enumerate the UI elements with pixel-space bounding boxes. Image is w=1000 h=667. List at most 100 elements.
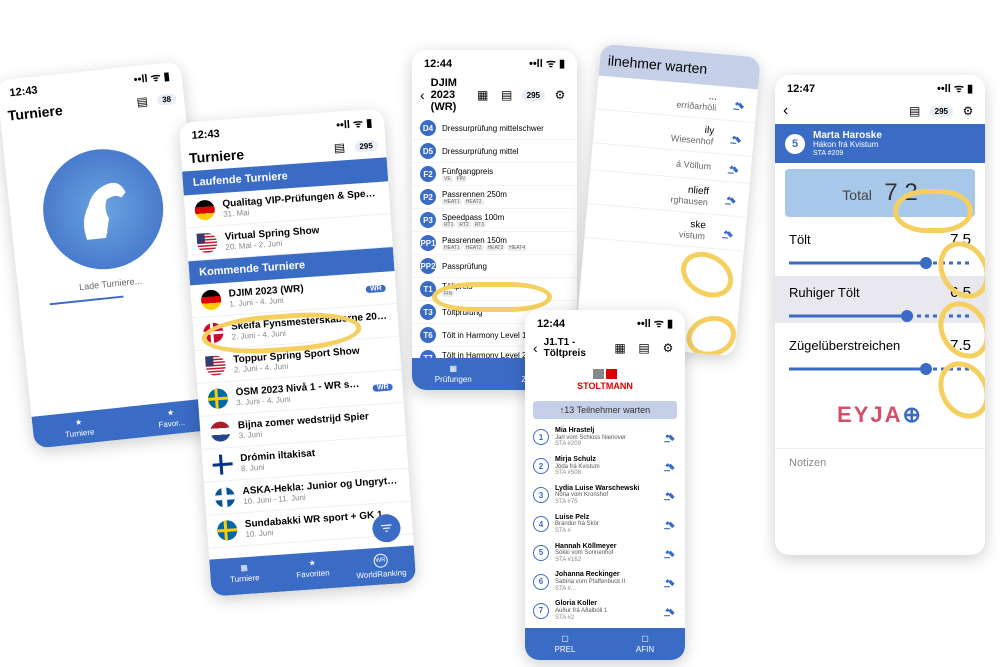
score-value: 6.5 [950, 284, 971, 301]
participant-row[interactable]: 2Mirja SchulzJóda frá KvistumSTA #508 [525, 452, 685, 481]
tab-worldranking[interactable]: WRWorldRanking [346, 551, 416, 581]
qr-icon[interactable]: ▦ [611, 339, 629, 357]
start-number: 1 [533, 429, 549, 445]
gavel-icon[interactable] [663, 459, 677, 473]
test-row[interactable]: F2FünfgangpreisVEFIN [412, 163, 577, 186]
participant-row[interactable]: 3Lydia Luise WarschewskiNóna vom Kronsho… [525, 481, 685, 510]
gear-icon[interactable]: ⚙ [959, 102, 977, 120]
gavel-icon[interactable] [663, 546, 677, 560]
notes-field[interactable]: Notizen [775, 448, 985, 477]
signal: ••ll ᯤ ▮ [637, 316, 673, 331]
start-number: 3 [533, 487, 549, 503]
test-row[interactable]: D5Dressurprüfung mittel [412, 140, 577, 163]
count-badge[interactable]: 295 [354, 139, 378, 152]
gavel-icon[interactable] [663, 488, 677, 502]
app-logo [37, 143, 169, 275]
gavel-icon[interactable] [663, 604, 677, 618]
flag-icon [194, 199, 215, 220]
page-title: DJIM 2023 (WR) [431, 77, 468, 113]
test-row[interactable]: PP2Passprüfung [412, 255, 577, 278]
gavel-icon[interactable] [729, 131, 744, 146]
start-number: 5 [785, 134, 805, 154]
score-value: 7.5 [950, 337, 971, 354]
flag-icon [212, 454, 233, 475]
gavel-icon[interactable] [732, 97, 747, 112]
score-slider[interactable] [789, 309, 971, 323]
gavel-icon[interactable] [726, 161, 741, 176]
tab-turniere[interactable]: ▦Turniere [210, 561, 280, 591]
total-score-box: Total 7.2 [785, 169, 975, 217]
gavel-icon[interactable] [663, 575, 677, 589]
gavel-icon[interactable] [721, 225, 736, 240]
test-row[interactable]: T1TöltpreisFIN [412, 278, 577, 301]
gavel-icon[interactable] [663, 430, 677, 444]
loading-text: Lade Turniere... [18, 269, 203, 298]
back-icon[interactable]: ‹ [420, 87, 425, 103]
test-code-badge: T1 [420, 281, 436, 297]
start-number: 5 [533, 545, 549, 561]
waiting-bar[interactable]: ↑13 Teilnehmer warten [533, 401, 677, 419]
participant-row[interactable]: 1Mia HrasteljJarl vom Schloss NienoverST… [525, 423, 685, 452]
participant-row[interactable]: 6Johanna ReckingerSabína vom Pfaffenbuck… [525, 567, 685, 596]
test-code-badge: P3 [420, 212, 436, 228]
time: 12:44 [537, 318, 565, 330]
chat-icon[interactable]: ▤ [330, 138, 349, 157]
gear-icon[interactable]: ⚙ [551, 86, 569, 104]
test-row[interactable]: P3Speedpass 100mRT1RT2RT3 [412, 209, 577, 232]
flag-icon [217, 520, 238, 541]
back-icon[interactable]: ‹ [533, 340, 538, 356]
tab-turniere[interactable]: ★Turniere [32, 413, 126, 443]
test-row[interactable]: PP1Passrennen 150mHEAT1HEAT2HEAT3HEAT4 [412, 232, 577, 255]
signal: ••ll ᯤ ▮ [529, 56, 565, 71]
start-number: 7 [533, 603, 549, 619]
test-code-badge: D5 [420, 143, 436, 159]
back-icon[interactable]: ‹ [783, 102, 788, 120]
gavel-icon[interactable] [663, 517, 677, 531]
signal: ••ll ᯤ ▮ [336, 115, 373, 132]
flag-icon [214, 487, 235, 508]
chat-icon[interactable]: ▤ [498, 86, 516, 104]
participant-row[interactable]: 5Hannah KöllmeyerSókki vom SonnenhofSTA … [525, 539, 685, 568]
header-badge[interactable]: 38 [157, 93, 177, 106]
participant-row[interactable]: 7Gloria KollerAuður frá Aðalbóli 1STA #2 [525, 596, 685, 625]
page-title: J1.T1 - Töltpreis [544, 337, 605, 359]
test-row[interactable]: D4Dressurprüfung mittelschwer [412, 117, 577, 140]
signal: ••ll ᯤ ▮ [937, 81, 973, 96]
gear-icon[interactable]: ⚙ [659, 339, 677, 357]
start-number: 6 [533, 574, 549, 590]
test-code-badge: F2 [420, 166, 436, 182]
start-number: 4 [533, 516, 549, 532]
score-row: Tölt7.5 [775, 223, 985, 256]
flag-icon [210, 421, 231, 442]
score-slider[interactable] [789, 362, 971, 376]
start-number: 2 [533, 458, 549, 474]
flag-icon [207, 388, 228, 409]
test-row[interactable]: P2Passrennen 250mHEAT1HEAT2 [412, 186, 577, 209]
chat-icon[interactable]: ▤ [906, 102, 924, 120]
tab-afin[interactable]: ▢AFIN [605, 634, 685, 654]
tab-pruefungen[interactable]: ▦Prüfungen [412, 364, 495, 384]
horse-name: Hákon frá Kvistum [813, 141, 975, 150]
test-code-badge: P2 [420, 189, 436, 205]
time: 12:44 [424, 58, 452, 70]
brand-logo: EYJA⊕ [775, 382, 985, 448]
test-code-badge: PP1 [420, 235, 436, 251]
flag-icon [196, 232, 217, 253]
tab-prel[interactable]: ▢PREL [525, 634, 605, 654]
score-value: 7.5 [950, 231, 971, 248]
gavel-icon[interactable] [724, 191, 739, 206]
flag-icon [200, 289, 221, 310]
count-badge[interactable]: 295 [522, 90, 545, 101]
chat-icon[interactable]: ▤ [132, 92, 152, 112]
qr-icon[interactable]: ▦ [474, 86, 492, 104]
wr-badge: WR [366, 284, 386, 292]
score-slider[interactable] [789, 256, 971, 270]
count-badge[interactable]: 295 [930, 106, 953, 117]
score-row: Zügelüberstreichen7.5 [775, 329, 985, 362]
flag-icon [205, 355, 226, 376]
score-row: Ruhiger Tölt6.5 [775, 276, 985, 309]
participant-row[interactable]: 4Luise PelzBrándur frá SkörSTA # [525, 510, 685, 539]
time: 12:47 [787, 83, 815, 95]
chat-icon[interactable]: ▤ [635, 339, 653, 357]
tab-favoriten[interactable]: ★Favoriten [278, 556, 348, 586]
